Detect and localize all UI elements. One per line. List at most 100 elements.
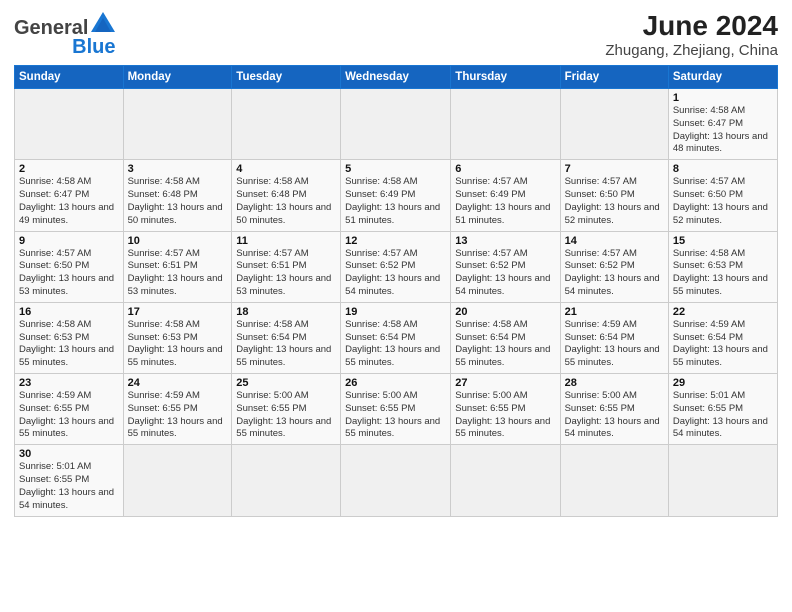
cell-day-info: Sunrise: 4:57 AM Sunset: 6:51 PM Dayligh… xyxy=(128,248,228,299)
cell-day-info: Sunrise: 4:58 AM Sunset: 6:54 PM Dayligh… xyxy=(345,319,446,370)
col-monday: Monday xyxy=(123,66,232,89)
table-row: 28Sunrise: 5:00 AM Sunset: 6:55 PM Dayli… xyxy=(560,374,668,445)
col-saturday: Saturday xyxy=(668,66,777,89)
cell-day-number: 1 xyxy=(673,92,773,104)
col-wednesday: Wednesday xyxy=(341,66,451,89)
calendar-header: Sunday Monday Tuesday Wednesday Thursday… xyxy=(15,66,778,89)
header: General Blue June 2024 Zhugang, Zhejiang… xyxy=(14,10,778,59)
cell-day-number: 30 xyxy=(19,448,119,460)
table-row: 24Sunrise: 4:59 AM Sunset: 6:55 PM Dayli… xyxy=(123,374,232,445)
cell-day-number: 21 xyxy=(565,306,664,318)
table-row: 30Sunrise: 5:01 AM Sunset: 6:55 PM Dayli… xyxy=(15,445,124,516)
table-row: 20Sunrise: 4:58 AM Sunset: 6:54 PM Dayli… xyxy=(451,302,560,373)
table-row: 18Sunrise: 4:58 AM Sunset: 6:54 PM Dayli… xyxy=(232,302,341,373)
cell-day-number: 8 xyxy=(673,163,773,175)
calendar-week-row: 30Sunrise: 5:01 AM Sunset: 6:55 PM Dayli… xyxy=(15,445,778,516)
cell-day-number: 5 xyxy=(345,163,446,175)
calendar-table: Sunday Monday Tuesday Wednesday Thursday… xyxy=(14,65,778,517)
cell-day-info: Sunrise: 4:57 AM Sunset: 6:52 PM Dayligh… xyxy=(345,248,446,299)
table-row xyxy=(341,445,451,516)
table-row: 7Sunrise: 4:57 AM Sunset: 6:50 PM Daylig… xyxy=(560,160,668,231)
table-row: 25Sunrise: 5:00 AM Sunset: 6:55 PM Dayli… xyxy=(232,374,341,445)
col-friday: Friday xyxy=(560,66,668,89)
cell-day-info: Sunrise: 5:01 AM Sunset: 6:55 PM Dayligh… xyxy=(19,461,119,512)
calendar-week-row: 16Sunrise: 4:58 AM Sunset: 6:53 PM Dayli… xyxy=(15,302,778,373)
cell-day-info: Sunrise: 4:58 AM Sunset: 6:48 PM Dayligh… xyxy=(236,176,336,227)
cell-day-number: 23 xyxy=(19,377,119,389)
cell-day-number: 12 xyxy=(345,235,446,247)
table-row: 22Sunrise: 4:59 AM Sunset: 6:54 PM Dayli… xyxy=(668,302,777,373)
cell-day-number: 9 xyxy=(19,235,119,247)
cell-day-number: 29 xyxy=(673,377,773,389)
table-row: 13Sunrise: 4:57 AM Sunset: 6:52 PM Dayli… xyxy=(451,231,560,302)
cell-day-info: Sunrise: 4:58 AM Sunset: 6:53 PM Dayligh… xyxy=(128,319,228,370)
calendar-week-row: 1Sunrise: 4:58 AM Sunset: 6:47 PM Daylig… xyxy=(15,89,778,160)
table-row xyxy=(451,89,560,160)
table-row xyxy=(451,445,560,516)
header-row: Sunday Monday Tuesday Wednesday Thursday… xyxy=(15,66,778,89)
table-row: 2Sunrise: 4:58 AM Sunset: 6:47 PM Daylig… xyxy=(15,160,124,231)
table-row: 27Sunrise: 5:00 AM Sunset: 6:55 PM Dayli… xyxy=(451,374,560,445)
table-row xyxy=(123,89,232,160)
cell-day-info: Sunrise: 4:58 AM Sunset: 6:54 PM Dayligh… xyxy=(236,319,336,370)
cell-day-info: Sunrise: 4:57 AM Sunset: 6:50 PM Dayligh… xyxy=(565,176,664,227)
logo-blue-text: Blue xyxy=(72,36,115,59)
cell-day-number: 3 xyxy=(128,163,228,175)
table-row xyxy=(232,445,341,516)
table-row: 14Sunrise: 4:57 AM Sunset: 6:52 PM Dayli… xyxy=(560,231,668,302)
cell-day-info: Sunrise: 4:57 AM Sunset: 6:50 PM Dayligh… xyxy=(19,248,119,299)
logo-triangle-icon xyxy=(89,10,117,38)
calendar-body: 1 Sunrise: 4:58 AM Sunset: 6:47 PM Daylig… xyxy=(15,89,778,517)
cell-day-number: 28 xyxy=(565,377,664,389)
cell-day-info: Sunrise: 5:00 AM Sunset: 6:55 PM Dayligh… xyxy=(236,390,336,441)
cell-day-info: Sunrise: 5:01 AM Sunset: 6:55 PM Dayligh… xyxy=(673,390,773,441)
logo-icon: General Blue xyxy=(14,10,117,59)
cell-day-info: Sunrise: 4:59 AM Sunset: 6:54 PM Dayligh… xyxy=(673,319,773,370)
cell-day-info: Sunrise: 4:59 AM Sunset: 6:55 PM Dayligh… xyxy=(128,390,228,441)
table-row: 12Sunrise: 4:57 AM Sunset: 6:52 PM Dayli… xyxy=(341,231,451,302)
cell-day-number: 20 xyxy=(455,306,555,318)
table-row: 16Sunrise: 4:58 AM Sunset: 6:53 PM Dayli… xyxy=(15,302,124,373)
cell-day-number: 4 xyxy=(236,163,336,175)
logo: General Blue xyxy=(14,10,117,59)
table-row: 1Sunrise: 4:58 AM Sunset: 6:47 PM Daylig… xyxy=(668,89,777,160)
title-block: June 2024 Zhugang, Zhejiang, China xyxy=(605,10,778,59)
cell-day-info: Sunrise: 4:58 AM Sunset: 6:47 PM Dayligh… xyxy=(19,176,119,227)
table-row: 6Sunrise: 4:57 AM Sunset: 6:49 PM Daylig… xyxy=(451,160,560,231)
table-row xyxy=(560,89,668,160)
table-row xyxy=(123,445,232,516)
cell-day-info: Sunrise: 4:59 AM Sunset: 6:54 PM Dayligh… xyxy=(565,319,664,370)
calendar-week-row: 9Sunrise: 4:57 AM Sunset: 6:50 PM Daylig… xyxy=(15,231,778,302)
cell-day-info: Sunrise: 4:58 AM Sunset: 6:53 PM Dayligh… xyxy=(19,319,119,370)
cell-day-info: Sunrise: 4:58 AM Sunset: 6:49 PM Dayligh… xyxy=(345,176,446,227)
calendar-week-row: 2Sunrise: 4:58 AM Sunset: 6:47 PM Daylig… xyxy=(15,160,778,231)
cell-day-number: 17 xyxy=(128,306,228,318)
table-row xyxy=(232,89,341,160)
cell-day-info: Sunrise: 4:58 AM Sunset: 6:48 PM Dayligh… xyxy=(128,176,228,227)
cell-day-info: Sunrise: 5:00 AM Sunset: 6:55 PM Dayligh… xyxy=(565,390,664,441)
cell-day-info: Sunrise: 4:57 AM Sunset: 6:52 PM Dayligh… xyxy=(565,248,664,299)
table-row: 29Sunrise: 5:01 AM Sunset: 6:55 PM Dayli… xyxy=(668,374,777,445)
cell-day-number: 6 xyxy=(455,163,555,175)
table-row: 19Sunrise: 4:58 AM Sunset: 6:54 PM Dayli… xyxy=(341,302,451,373)
cell-day-number: 7 xyxy=(565,163,664,175)
cell-day-number: 27 xyxy=(455,377,555,389)
cell-day-info: Sunrise: 4:58 AM Sunset: 6:54 PM Dayligh… xyxy=(455,319,555,370)
cell-day-number: 22 xyxy=(673,306,773,318)
table-row: 17Sunrise: 4:58 AM Sunset: 6:53 PM Dayli… xyxy=(123,302,232,373)
table-row: 5Sunrise: 4:58 AM Sunset: 6:49 PM Daylig… xyxy=(341,160,451,231)
table-row: 10Sunrise: 4:57 AM Sunset: 6:51 PM Dayli… xyxy=(123,231,232,302)
cell-day-info: Sunrise: 4:57 AM Sunset: 6:50 PM Dayligh… xyxy=(673,176,773,227)
cell-day-info: Sunrise: 5:00 AM Sunset: 6:55 PM Dayligh… xyxy=(345,390,446,441)
cell-day-number: 10 xyxy=(128,235,228,247)
cell-day-info: Sunrise: 4:57 AM Sunset: 6:52 PM Dayligh… xyxy=(455,248,555,299)
calendar-title: June 2024 xyxy=(605,10,778,42)
cell-day-info: Sunrise: 5:00 AM Sunset: 6:55 PM Dayligh… xyxy=(455,390,555,441)
cell-day-number: 19 xyxy=(345,306,446,318)
cell-day-info: Sunrise: 4:58 AM Sunset: 6:53 PM Dayligh… xyxy=(673,248,773,299)
table-row: 21Sunrise: 4:59 AM Sunset: 6:54 PM Dayli… xyxy=(560,302,668,373)
cell-day-number: 14 xyxy=(565,235,664,247)
cell-day-number: 26 xyxy=(345,377,446,389)
table-row: 3Sunrise: 4:58 AM Sunset: 6:48 PM Daylig… xyxy=(123,160,232,231)
cell-day-number: 18 xyxy=(236,306,336,318)
